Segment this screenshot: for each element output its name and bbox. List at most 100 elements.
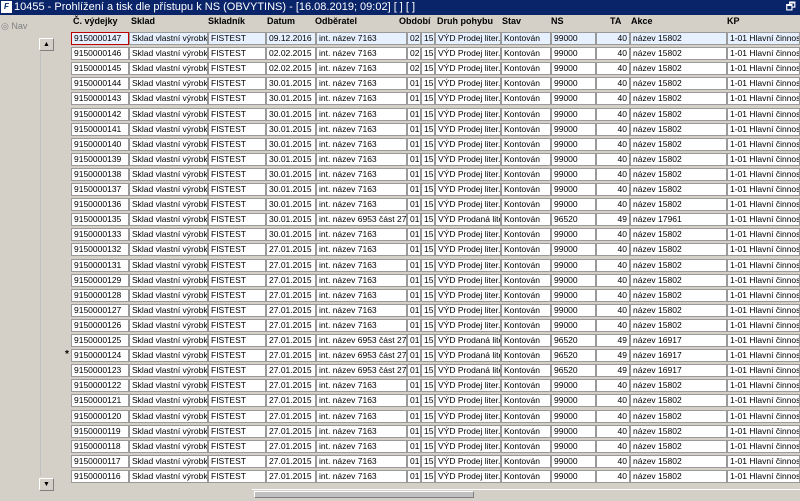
table-cell[interactable]: 99000 [551, 198, 596, 211]
table-cell[interactable]: 27.01.2015 [266, 379, 316, 392]
table-cell[interactable]: Sklad vlastní výrobky [129, 274, 208, 287]
table-cell[interactable]: 30.01.2015 [266, 213, 316, 226]
table-cell[interactable]: 99000 [551, 425, 596, 438]
table-cell[interactable]: int. název 7163 [316, 440, 407, 453]
table-cell[interactable]: 01 [407, 213, 421, 226]
table-cell[interactable]: 15 [421, 92, 435, 105]
table-cell[interactable]: Sklad vlastní výrobky [129, 349, 208, 362]
table-cell[interactable]: 40 [596, 138, 630, 151]
table-cell[interactable]: 1-01 Hlavní činnost [727, 92, 800, 105]
scroll-down-button[interactable]: ▼ [39, 478, 54, 491]
table-cell[interactable]: Sklad vlastní výrobky [129, 394, 208, 407]
nav-label[interactable]: ◎ Nav [1, 21, 27, 32]
table-cell[interactable]: Sklad vlastní výrobky [129, 198, 208, 211]
table-cell[interactable]: VÝD Prodej liter. [435, 470, 501, 483]
table-cell[interactable]: 1-01 Hlavní činnost [727, 394, 800, 407]
table-cell[interactable]: 9150000145 [71, 62, 129, 75]
table-cell[interactable]: Kontován [501, 92, 551, 105]
table-cell[interactable]: Kontován [501, 138, 551, 151]
table-cell[interactable]: 40 [596, 289, 630, 302]
table-cell[interactable]: název 15802 [630, 243, 727, 256]
table-row[interactable]: 9150000124 Sklad vlastní výrobky FISTEST 27… [71, 349, 800, 362]
table-row[interactable]: 9150000118 Sklad vlastní výrobky FISTEST 27… [71, 440, 800, 453]
table-cell[interactable]: 15 [421, 304, 435, 317]
column-header[interactable]: TA [610, 16, 621, 26]
table-cell[interactable]: 15 [421, 77, 435, 90]
table-row[interactable]: 9150000145 Sklad vlastní výrobky FISTEST 02… [71, 62, 800, 75]
table-cell[interactable]: 40 [596, 198, 630, 211]
table-cell[interactable]: název 15802 [630, 228, 727, 241]
table-cell[interactable]: 40 [596, 259, 630, 272]
table-cell[interactable]: 9150000133 [71, 228, 129, 241]
table-cell[interactable]: 9150000141 [71, 123, 129, 136]
table-cell[interactable]: FISTEST [208, 470, 266, 483]
table-cell[interactable]: Kontován [501, 62, 551, 75]
table-cell[interactable]: VÝD Prodej liter. [435, 410, 501, 423]
table-cell[interactable]: název 15802 [630, 410, 727, 423]
table-cell[interactable]: 9150000135 [71, 213, 129, 226]
table-cell[interactable]: 1-01 Hlavní činnost [727, 440, 800, 453]
table-cell[interactable]: FISTEST [208, 364, 266, 377]
table-cell[interactable]: 27.01.2015 [266, 274, 316, 287]
table-cell[interactable]: FISTEST [208, 198, 266, 211]
table-cell[interactable]: 9150000123 [71, 364, 129, 377]
table-cell[interactable]: 01 [407, 168, 421, 181]
table-cell[interactable]: 30.01.2015 [266, 228, 316, 241]
table-cell[interactable]: Sklad vlastní výrobky [129, 168, 208, 181]
table-cell[interactable]: FISTEST [208, 243, 266, 256]
table-cell[interactable]: 9150000128 [71, 289, 129, 302]
table-cell[interactable]: 15 [421, 198, 435, 211]
table-cell[interactable]: 15 [421, 470, 435, 483]
horizontal-scrollbar[interactable] [252, 489, 800, 499]
table-cell[interactable]: int. název 7163 [316, 138, 407, 151]
table-cell[interactable]: int. název 6953 část 27 [316, 213, 407, 226]
table-row[interactable]: 9150000129 Sklad vlastní výrobky FISTEST 27… [71, 274, 800, 287]
table-cell[interactable]: 1-01 Hlavní činnost [727, 410, 800, 423]
table-cell[interactable]: 15 [421, 62, 435, 75]
table-cell[interactable]: 01 [407, 274, 421, 287]
table-cell[interactable]: VÝD Prodaná lite [435, 334, 501, 347]
table-cell[interactable]: VÝD Prodej liter. [435, 77, 501, 90]
table-cell[interactable]: 40 [596, 183, 630, 196]
table-cell[interactable]: 27.01.2015 [266, 243, 316, 256]
table-row[interactable]: 9150000140 Sklad vlastní výrobky FISTEST 30… [71, 138, 800, 151]
table-cell[interactable]: Sklad vlastní výrobky [129, 259, 208, 272]
table-cell[interactable]: 99000 [551, 168, 596, 181]
table-cell[interactable]: 01 [407, 455, 421, 468]
table-cell[interactable]: název 15802 [630, 47, 727, 60]
table-cell[interactable]: 40 [596, 153, 630, 166]
table-cell[interactable]: název 15802 [630, 138, 727, 151]
table-cell[interactable]: int. název 6953 část 27 [316, 334, 407, 347]
table-cell[interactable]: Sklad vlastní výrobky [129, 243, 208, 256]
table-cell[interactable]: VÝD Prodej liter. [435, 138, 501, 151]
table-cell[interactable]: VÝD Prodej liter. [435, 183, 501, 196]
table-cell[interactable]: FISTEST [208, 168, 266, 181]
table-cell[interactable]: 96520 [551, 349, 596, 362]
table-cell[interactable]: 30.01.2015 [266, 183, 316, 196]
column-header[interactable]: KP [727, 16, 740, 26]
table-cell[interactable]: 15 [421, 228, 435, 241]
table-cell[interactable]: Sklad vlastní výrobky [129, 304, 208, 317]
table-cell[interactable]: 9150000138 [71, 168, 129, 181]
table-cell[interactable]: 15 [421, 455, 435, 468]
table-cell[interactable]: VÝD Prodej liter. [435, 440, 501, 453]
table-cell[interactable]: 99000 [551, 274, 596, 287]
table-cell[interactable]: 49 [596, 334, 630, 347]
table-cell[interactable]: 1-01 Hlavní činnost [727, 183, 800, 196]
table-cell[interactable]: název 15802 [630, 470, 727, 483]
table-cell[interactable]: FISTEST [208, 440, 266, 453]
table-cell[interactable]: 40 [596, 168, 630, 181]
table-cell[interactable]: 27.01.2015 [266, 304, 316, 317]
table-row[interactable]: 9150000116 Sklad vlastní výrobky FISTEST 27… [71, 470, 800, 483]
table-cell[interactable]: VÝD Prodej liter. [435, 289, 501, 302]
table-cell[interactable]: FISTEST [208, 32, 266, 45]
table-cell[interactable]: Sklad vlastní výrobky [129, 153, 208, 166]
table-cell[interactable]: VÝD Prodej liter. [435, 62, 501, 75]
table-cell[interactable]: 1-01 Hlavní činnost [727, 243, 800, 256]
table-cell[interactable]: int. název 7163 [316, 274, 407, 287]
table-cell[interactable]: 27.01.2015 [266, 425, 316, 438]
table-cell[interactable]: 01 [407, 334, 421, 347]
table-cell[interactable]: 99000 [551, 153, 596, 166]
table-cell[interactable]: FISTEST [208, 379, 266, 392]
table-cell[interactable]: int. název 7163 [316, 319, 407, 332]
